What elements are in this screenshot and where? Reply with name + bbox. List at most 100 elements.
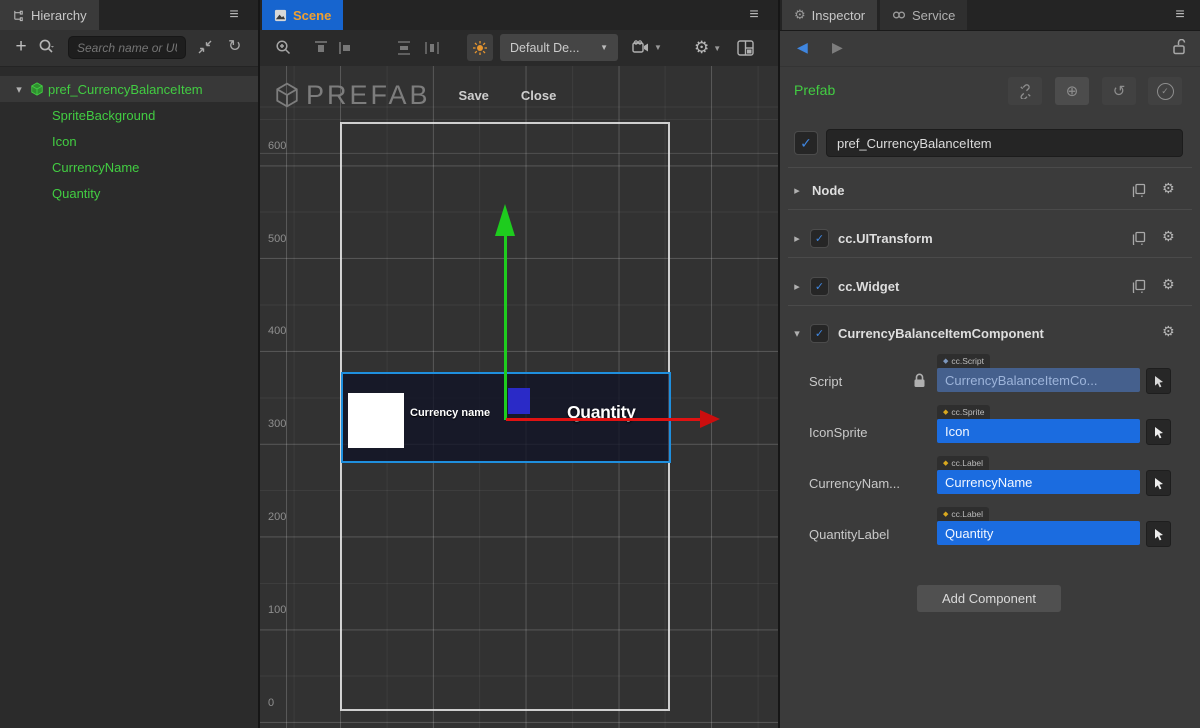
ruler-label: 100: [268, 604, 286, 616]
currency-name-label: Currency name: [410, 407, 490, 419]
tab-service-label: Service: [912, 8, 955, 23]
camera-icon: [632, 40, 650, 55]
nav-forward-icon[interactable]: ▶: [832, 39, 843, 56]
node-picker-button[interactable]: [1146, 419, 1171, 445]
distribute-vertical-icon[interactable]: [396, 40, 412, 56]
copy-values-icon[interactable]: [1132, 279, 1146, 293]
section-gear-icon[interactable]: ⚙: [1162, 180, 1175, 197]
type-badge: ◆ cc.Script: [937, 354, 990, 368]
section-node[interactable]: ▸ Node ⚙: [780, 175, 1200, 205]
caret-down-icon[interactable]: ▾: [790, 327, 804, 340]
tree-item[interactable]: Quantity: [0, 180, 258, 206]
tree-item[interactable]: Icon: [0, 128, 258, 154]
node-picker-button[interactable]: [1146, 521, 1171, 547]
camera-menu[interactable]: ▼: [632, 40, 662, 55]
section-gear-icon[interactable]: ⚙: [1162, 323, 1175, 340]
scene-tabbar: Scene ≡: [260, 0, 778, 31]
gizmo-xy-plane-handle[interactable]: [508, 388, 530, 414]
section-uitransform[interactable]: ▸ ✓ cc.UITransform ⚙: [780, 223, 1200, 253]
refresh-icon[interactable]: ↻: [228, 36, 241, 56]
separator: [788, 209, 1192, 210]
script-reference-field[interactable]: CurrencyBalanceItemCo...: [937, 368, 1140, 392]
prefab-revert-button[interactable]: ↺: [1102, 77, 1136, 105]
layout-grid-icon[interactable]: [737, 40, 754, 56]
node-active-checkbox[interactable]: ✓: [794, 131, 818, 155]
tree-item-label: pref_CurrencyBalanceItem: [48, 82, 203, 97]
apply-check-icon: ✓: [1157, 83, 1174, 100]
node-name-input[interactable]: [826, 129, 1183, 157]
separator: [788, 257, 1192, 258]
copy-values-icon[interactable]: [1132, 183, 1146, 197]
gizmo-y-axis[interactable]: [504, 234, 507, 420]
add-component-button[interactable]: Add Component: [917, 585, 1061, 612]
unlock-icon[interactable]: [1172, 39, 1187, 55]
icon-sprite-placeholder[interactable]: [348, 393, 404, 448]
quantity-reference-field[interactable]: Quantity: [937, 521, 1140, 545]
nav-back-icon[interactable]: ◀: [797, 39, 808, 56]
picker-cursor-icon: [1153, 426, 1165, 439]
caret-right-icon[interactable]: ▸: [790, 280, 804, 293]
align-left-icon[interactable]: [338, 40, 354, 56]
section-gear-icon[interactable]: ⚙: [1162, 228, 1175, 245]
gizmo-x-axis[interactable]: [506, 418, 702, 421]
prefab-close-button[interactable]: Close: [521, 88, 556, 103]
section-gear-icon[interactable]: ⚙: [1162, 276, 1175, 293]
tree-item[interactable]: SpriteBackground: [0, 102, 258, 128]
inspector-menu-icon[interactable]: ≡: [1168, 4, 1192, 26]
tab-hierarchy[interactable]: Hierarchy: [0, 0, 99, 30]
type-badge: ◆ cc.Sprite: [937, 405, 990, 419]
inspector-tabbar: ⚙ Inspector Service ≡: [780, 0, 1200, 31]
tree-item-root[interactable]: ▾ pref_CurrencyBalanceItem: [0, 76, 258, 102]
zoom-icon[interactable]: [275, 39, 293, 57]
gizmo-x-axis-arrow-icon[interactable]: [700, 410, 720, 428]
prefab-apply-button[interactable]: ✓: [1148, 77, 1182, 105]
collapse-all-icon[interactable]: [197, 39, 213, 55]
locate-icon: ⊕: [1066, 82, 1079, 100]
caret-right-icon[interactable]: ▸: [790, 232, 804, 245]
gizmo-light-button[interactable]: [467, 34, 493, 61]
search-input[interactable]: [68, 36, 186, 59]
lock-icon: [913, 373, 926, 388]
scene-settings-menu[interactable]: ⚙ ▼: [694, 37, 721, 59]
reference-value: CurrencyBalanceItemCo...: [945, 373, 1097, 388]
tab-inspector-label: Inspector: [812, 8, 865, 23]
label-diamond-icon: ◆: [943, 510, 948, 518]
inspector-panel: ⚙ Inspector Service ≡ ◀ ▶ Prefab ⊕ ↺ ✓ ✓…: [780, 0, 1200, 728]
tree-item-label: CurrencyName: [52, 160, 139, 175]
tab-scene[interactable]: Scene: [262, 0, 343, 30]
node-picker-button[interactable]: [1146, 470, 1171, 496]
add-node-button[interactable]: +: [10, 35, 32, 59]
currency-name-reference-field[interactable]: CurrencyName: [937, 470, 1140, 494]
gizmo-y-axis-arrow-icon[interactable]: [495, 204, 515, 236]
section-currency-balance-item-component[interactable]: ▾ ✓ CurrencyBalanceItemComponent ⚙: [780, 318, 1200, 348]
component-enabled-checkbox[interactable]: ✓: [810, 229, 829, 248]
check-icon: ✓: [815, 232, 824, 245]
component-enabled-checkbox[interactable]: ✓: [810, 277, 829, 296]
scene-menu-icon[interactable]: ≡: [742, 4, 766, 26]
prefab-locate-button[interactable]: ⊕: [1055, 77, 1089, 105]
copy-values-icon[interactable]: [1132, 231, 1146, 245]
search-filter-icon[interactable]: [38, 38, 56, 56]
icon-sprite-reference-field[interactable]: Icon: [937, 419, 1140, 443]
caret-right-icon[interactable]: ▸: [790, 184, 804, 197]
tab-inspector[interactable]: ⚙ Inspector: [782, 0, 877, 30]
tab-service[interactable]: Service: [880, 0, 967, 30]
component-enabled-checkbox[interactable]: ✓: [810, 324, 829, 343]
device-dropdown-label: Default De...: [510, 41, 579, 55]
align-top-icon[interactable]: [313, 40, 329, 56]
node-picker-button[interactable]: [1146, 368, 1171, 394]
section-title: Node: [812, 183, 845, 198]
scene-canvas[interactable]: PREFAB Save Close 600 500 400 300 200 10…: [260, 66, 778, 728]
prefab-cube-icon: [274, 82, 300, 108]
device-dropdown[interactable]: Default De... ▼: [500, 34, 618, 61]
label-diamond-icon: ◆: [943, 459, 948, 467]
tab-hierarchy-label: Hierarchy: [31, 8, 87, 23]
prefab-save-button[interactable]: Save: [459, 88, 489, 103]
expand-caret-icon[interactable]: ▾: [12, 83, 26, 96]
type-badge-label: cc.Label: [951, 509, 983, 519]
distribute-horizontal-icon[interactable]: [424, 40, 440, 56]
tree-item[interactable]: CurrencyName: [0, 154, 258, 180]
section-widget[interactable]: ▸ ✓ cc.Widget ⚙: [780, 271, 1200, 301]
prefab-unlink-button[interactable]: [1008, 77, 1042, 105]
hierarchy-menu-icon[interactable]: ≡: [222, 4, 246, 26]
